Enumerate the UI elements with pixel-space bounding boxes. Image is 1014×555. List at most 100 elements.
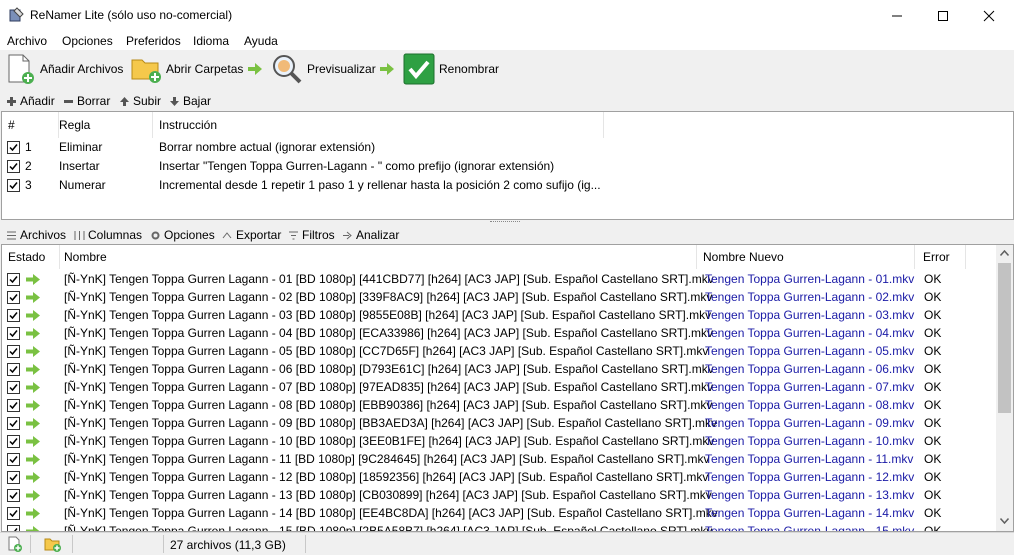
menu-archivo[interactable]: Archivo bbox=[7, 34, 47, 48]
column-header-new-name[interactable]: Nombre Nuevo bbox=[699, 245, 915, 269]
rule-row[interactable]: 2 Insertar Insertar "Tengen Toppa Gurren… bbox=[2, 157, 1013, 176]
file-row[interactable]: [Ñ-YnK] Tengen Toppa Gurren Lagann - 04 … bbox=[2, 324, 997, 342]
file-new-name: Tengen Toppa Gurren-Lagann - 03.mkv bbox=[705, 308, 915, 322]
file-error: OK bbox=[924, 380, 942, 394]
options-menu-button[interactable]: Opciones bbox=[150, 228, 215, 242]
file-row[interactable]: [Ñ-YnK] Tengen Toppa Gurren Lagann - 14 … bbox=[2, 504, 997, 522]
file-row[interactable]: [Ñ-YnK] Tengen Toppa Gurren Lagann - 05 … bbox=[2, 342, 997, 360]
arrow-right-icon bbox=[26, 328, 40, 339]
file-checkbox[interactable] bbox=[7, 417, 20, 430]
file-name: [Ñ-YnK] Tengen Toppa Gurren Lagann - 02 … bbox=[64, 290, 713, 304]
preview-button[interactable]: Previsualizar bbox=[271, 50, 376, 88]
add-rule-button[interactable]: Añadir bbox=[6, 94, 55, 108]
column-header-num[interactable]: # bbox=[2, 112, 59, 138]
scroll-up-icon[interactable] bbox=[1000, 250, 1009, 256]
file-checkbox[interactable] bbox=[7, 309, 20, 322]
add-folder-status-icon[interactable] bbox=[44, 536, 62, 555]
file-error: OK bbox=[924, 470, 942, 484]
checkmark-icon bbox=[403, 53, 435, 85]
minimize-button[interactable] bbox=[874, 0, 920, 32]
arrow-right-icon bbox=[26, 292, 40, 303]
export-menu-button[interactable]: Exportar bbox=[222, 228, 281, 242]
file-checkbox[interactable] bbox=[7, 363, 20, 376]
file-row[interactable]: [Ñ-YnK] Tengen Toppa Gurren Lagann - 07 … bbox=[2, 378, 997, 396]
rule-checkbox[interactable] bbox=[7, 160, 20, 173]
file-checkbox[interactable] bbox=[7, 489, 20, 502]
splitter-handle[interactable] bbox=[490, 221, 520, 224]
file-row[interactable]: [Ñ-YnK] Tengen Toppa Gurren Lagann - 13 … bbox=[2, 486, 997, 504]
rule-checkbox[interactable] bbox=[7, 141, 20, 154]
rule-row[interactable]: 1 Eliminar Borrar nombre actual (ignorar… bbox=[2, 138, 1013, 157]
file-checkbox[interactable] bbox=[7, 471, 20, 484]
rules-table: # Regla Instrucción 1 Eliminar Borrar no… bbox=[1, 111, 1014, 220]
column-header-name[interactable]: Nombre bbox=[60, 245, 697, 269]
add-folders-button[interactable]: Abrir Carpetas bbox=[130, 50, 243, 88]
arrow-right-icon bbox=[26, 382, 40, 393]
file-row[interactable]: [Ñ-YnK] Tengen Toppa Gurren Lagann - 09 … bbox=[2, 414, 997, 432]
file-new-name: Tengen Toppa Gurren-Lagann - 02.mkv bbox=[705, 290, 915, 304]
move-down-button[interactable]: Bajar bbox=[169, 94, 211, 108]
maximize-icon bbox=[938, 11, 948, 21]
file-row[interactable]: [Ñ-YnK] Tengen Toppa Gurren Lagann - 12 … bbox=[2, 468, 997, 486]
menu-ayuda[interactable]: Ayuda bbox=[244, 34, 278, 48]
filters-menu-button[interactable]: Filtros bbox=[288, 228, 335, 242]
rules-toolbar: Añadir Borrar Subir Bajar bbox=[0, 91, 1014, 111]
column-header-state[interactable]: Estado bbox=[2, 245, 60, 269]
file-name: [Ñ-YnK] Tengen Toppa Gurren Lagann - 10 … bbox=[64, 434, 715, 448]
files-menu-button[interactable]: Archivos bbox=[6, 228, 66, 242]
title-bar: ReNamer Lite (sólo uso no-comercial) bbox=[0, 0, 1014, 32]
file-row[interactable]: [Ñ-YnK] Tengen Toppa Gurren Lagann - 01 … bbox=[2, 270, 997, 288]
menu-preferidos[interactable]: Preferidos bbox=[126, 34, 181, 48]
add-files-button[interactable]: Añadir Archivos bbox=[6, 50, 123, 88]
file-row[interactable]: [Ñ-YnK] Tengen Toppa Gurren Lagann - 02 … bbox=[2, 288, 997, 306]
column-header-rule[interactable]: Regla bbox=[53, 112, 153, 138]
file-checkbox[interactable] bbox=[7, 399, 20, 412]
app-icon bbox=[8, 7, 24, 23]
file-checkbox[interactable] bbox=[7, 525, 20, 531]
vertical-scrollbar[interactable] bbox=[996, 245, 1013, 531]
move-up-button[interactable]: Subir bbox=[119, 94, 161, 108]
add-folders-label: Abrir Carpetas bbox=[166, 62, 244, 76]
preview-label: Previsualizar bbox=[307, 62, 376, 76]
file-checkbox[interactable] bbox=[7, 453, 20, 466]
arrow-down-icon bbox=[170, 96, 179, 106]
add-file-status-icon[interactable] bbox=[7, 536, 23, 555]
file-error: OK bbox=[924, 452, 942, 466]
file-error: OK bbox=[924, 488, 942, 502]
window-title: ReNamer Lite (sólo uso no-comercial) bbox=[30, 8, 233, 22]
remove-rule-button[interactable]: Borrar bbox=[63, 94, 110, 108]
menu-opciones[interactable]: Opciones bbox=[62, 34, 113, 48]
rule-row[interactable]: 3 Numerar Incremental desde 1 repetir 1 … bbox=[2, 176, 1013, 195]
menu-idioma[interactable]: Idioma bbox=[193, 34, 229, 48]
rule-checkbox[interactable] bbox=[7, 179, 20, 192]
file-row[interactable]: [Ñ-YnK] Tengen Toppa Gurren Lagann - 15 … bbox=[2, 522, 997, 532]
file-name: [Ñ-YnK] Tengen Toppa Gurren Lagann - 15 … bbox=[64, 524, 713, 532]
rename-button[interactable]: Renombrar bbox=[403, 50, 499, 88]
status-bar: 27 archivos (11,3 GB) bbox=[0, 532, 1014, 555]
scroll-down-icon[interactable] bbox=[1000, 518, 1009, 524]
arrow-right-icon bbox=[26, 418, 40, 429]
file-checkbox[interactable] bbox=[7, 345, 20, 358]
columns-menu-button[interactable]: Columnas bbox=[74, 228, 142, 242]
filters-menu-label: Filtros bbox=[302, 228, 335, 242]
file-row[interactable]: [Ñ-YnK] Tengen Toppa Gurren Lagann - 11 … bbox=[2, 450, 997, 468]
maximize-button[interactable] bbox=[920, 0, 966, 32]
file-checkbox[interactable] bbox=[7, 291, 20, 304]
file-checkbox[interactable] bbox=[7, 381, 20, 394]
add-folder-icon bbox=[131, 59, 161, 83]
file-checkbox[interactable] bbox=[7, 507, 20, 520]
analyze-menu-button[interactable]: Analizar bbox=[342, 228, 399, 242]
file-row[interactable]: [Ñ-YnK] Tengen Toppa Gurren Lagann - 03 … bbox=[2, 306, 997, 324]
file-row[interactable]: [Ñ-YnK] Tengen Toppa Gurren Lagann - 06 … bbox=[2, 360, 997, 378]
file-checkbox[interactable] bbox=[7, 273, 20, 286]
file-checkbox[interactable] bbox=[7, 327, 20, 340]
column-header-instruction[interactable]: Instrucción bbox=[153, 112, 604, 138]
files-list-icon bbox=[7, 231, 16, 239]
arrow-right-icon bbox=[26, 400, 40, 411]
close-button[interactable] bbox=[966, 0, 1012, 32]
file-row[interactable]: [Ñ-YnK] Tengen Toppa Gurren Lagann - 08 … bbox=[2, 396, 997, 414]
scroll-thumb[interactable] bbox=[998, 263, 1011, 413]
file-checkbox[interactable] bbox=[7, 435, 20, 448]
column-header-error[interactable]: Error bbox=[917, 245, 966, 269]
file-row[interactable]: [Ñ-YnK] Tengen Toppa Gurren Lagann - 10 … bbox=[2, 432, 997, 450]
